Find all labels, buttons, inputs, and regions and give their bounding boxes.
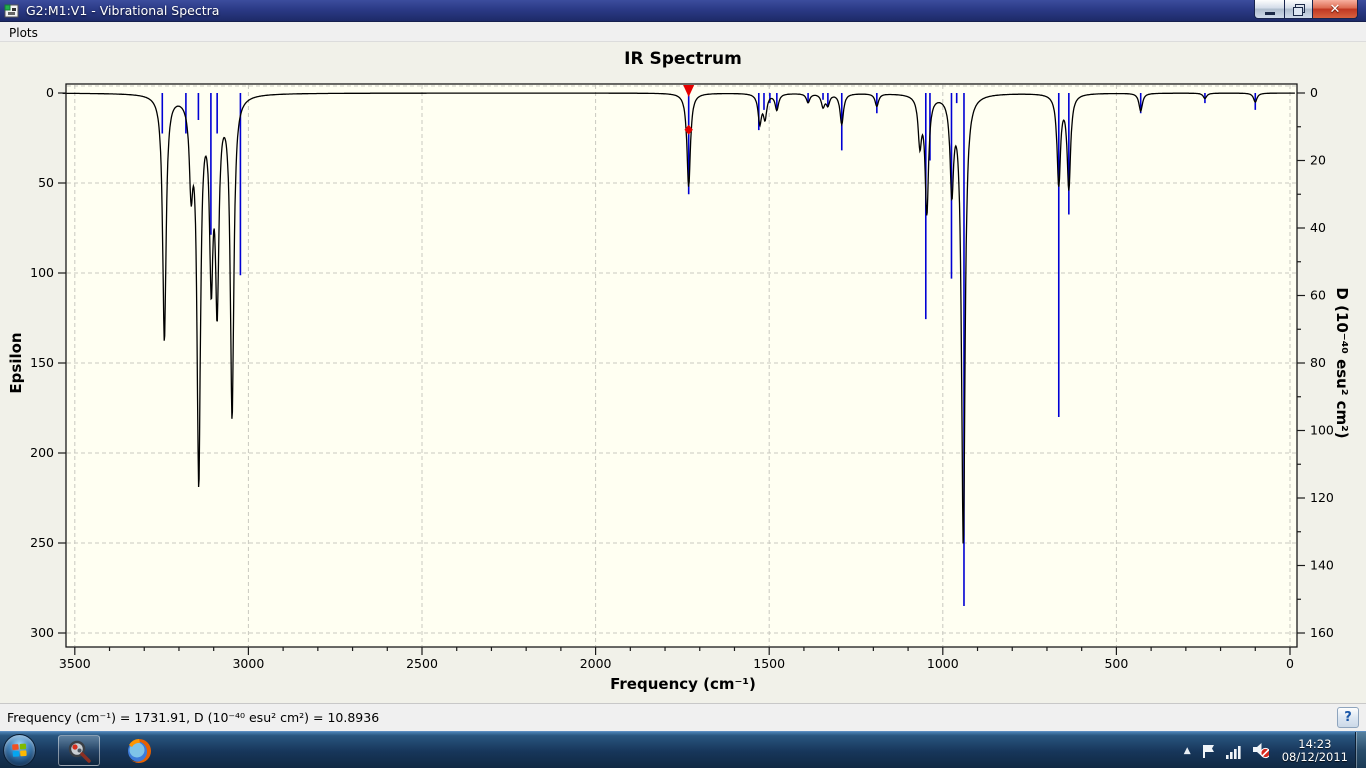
y-axis-right-label: D (10⁻⁴⁰ esu² cm²) — [1333, 287, 1351, 439]
app-window-icon — [4, 3, 20, 19]
molecule-tool-icon — [68, 740, 91, 763]
svg-text:2000: 2000 — [580, 656, 612, 671]
svg-text:100: 100 — [1310, 423, 1334, 438]
close-icon: ✕ — [1329, 1, 1341, 17]
taskbar-app-vibrational-spectra[interactable] — [58, 735, 100, 766]
window-controls: ✕ — [1254, 0, 1358, 19]
action-center-flag-icon[interactable] — [1200, 742, 1217, 759]
svg-text:1500: 1500 — [753, 656, 785, 671]
minimize-icon — [1264, 11, 1275, 15]
svg-text:3500: 3500 — [59, 656, 91, 671]
clock-date: 08/12/2011 — [1281, 749, 1348, 764]
start-button[interactable] — [3, 734, 36, 767]
clock-time: 14:23 — [1298, 736, 1332, 751]
svg-text:160: 160 — [1310, 625, 1334, 640]
cursor-readout: Frequency (cm⁻¹) = 1731.91, D (10⁻⁴⁰ esu… — [7, 710, 380, 725]
window-title: G2:M1:V1 - Vibrational Spectra — [26, 3, 220, 18]
svg-text:80: 80 — [1310, 355, 1326, 370]
svg-text:60: 60 — [1310, 288, 1326, 303]
svg-text:300: 300 — [30, 625, 54, 640]
taskbar: ▲ 14:23 08/12/2011 — [0, 731, 1366, 768]
svg-text:20: 20 — [1310, 153, 1326, 168]
x-axis-label: Frequency (cm⁻¹) — [610, 675, 756, 693]
menu-item-plots[interactable]: Plots — [0, 24, 47, 42]
volume-muted-icon[interactable] — [1252, 742, 1269, 759]
svg-text:150: 150 — [30, 355, 54, 370]
restore-button[interactable] — [1284, 0, 1312, 19]
hidden-icons-button[interactable]: ▲ — [1184, 746, 1191, 756]
svg-text:100: 100 — [30, 265, 54, 280]
svg-text:500: 500 — [1104, 656, 1128, 671]
clock[interactable]: 14:23 08/12/2011 — [1278, 736, 1352, 764]
show-desktop-button[interactable] — [1355, 732, 1366, 768]
window-title-bar: G2:M1:V1 - Vibrational Spectra ✕ — [0, 0, 1366, 22]
svg-text:0: 0 — [46, 85, 54, 100]
svg-text:3000: 3000 — [232, 656, 264, 671]
svg-text:40: 40 — [1310, 220, 1326, 235]
svg-text:120: 120 — [1310, 490, 1334, 505]
desktop: G2:M1:V1 - Vibrational Spectra ✕ Plots 3… — [0, 0, 1366, 768]
chart-title: IR Spectrum — [624, 49, 742, 69]
svg-text:0: 0 — [1310, 85, 1318, 100]
help-button[interactable]: ? — [1337, 707, 1359, 728]
restore-icon — [1293, 4, 1305, 16]
svg-text:140: 140 — [1310, 558, 1334, 573]
menu-bar: Plots — [0, 22, 1366, 42]
windows-flag-icon — [12, 743, 27, 757]
minimize-button[interactable] — [1254, 0, 1284, 19]
svg-text:200: 200 — [30, 445, 54, 460]
svg-text:250: 250 — [30, 535, 54, 550]
y-axis-left-label: Epsilon — [7, 332, 25, 394]
close-button[interactable]: ✕ — [1312, 0, 1358, 19]
taskbar-app-firefox[interactable] — [118, 735, 160, 766]
status-bar: Frequency (cm⁻¹) = 1731.91, D (10⁻⁴⁰ esu… — [0, 703, 1366, 731]
firefox-icon — [128, 738, 151, 763]
ir-spectrum-plot[interactable]: 3500 3000 2500 2000 1500 1000 500 0050100150200… — [0, 42, 1366, 703]
network-signal-icon[interactable] — [1225, 742, 1243, 759]
svg-text:50: 50 — [38, 175, 54, 190]
svg-text:2500: 2500 — [406, 656, 438, 671]
system-tray: ▲ 14:23 08/12/2011 — [1184, 732, 1352, 768]
svg-text:0: 0 — [1286, 656, 1294, 671]
svg-text:1000: 1000 — [927, 656, 959, 671]
